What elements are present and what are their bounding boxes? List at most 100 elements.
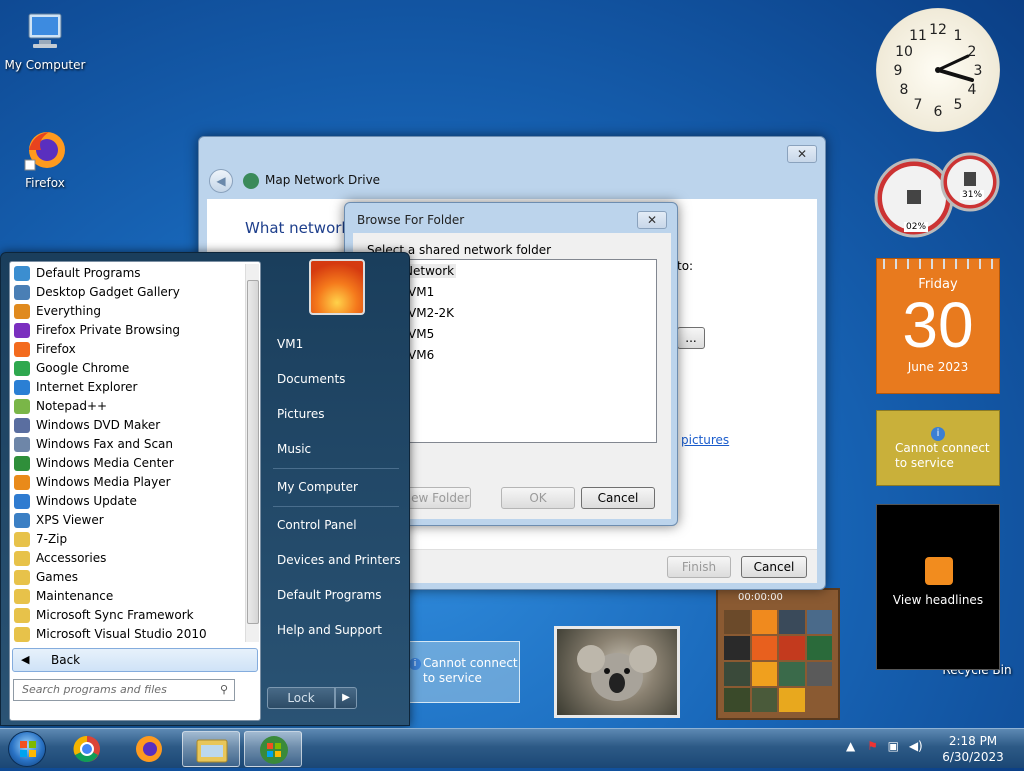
- puzzle-tile[interactable]: [806, 636, 832, 660]
- start-right-vm1[interactable]: VM1: [271, 331, 401, 357]
- start-right-devices-printers[interactable]: Devices and Printers: [271, 547, 401, 573]
- taskbar-clock[interactable]: 2:18 PM 6/30/2023: [938, 733, 1008, 765]
- puzzle-tile[interactable]: [724, 662, 750, 686]
- puzzle-tile[interactable]: [751, 688, 777, 712]
- program-item[interactable]: Windows Media Center: [12, 454, 242, 473]
- back-button[interactable]: ◀ Back: [12, 648, 258, 672]
- calendar-gadget[interactable]: Friday 30 June 2023: [876, 258, 1000, 394]
- program-item[interactable]: Everything: [12, 302, 242, 321]
- close-button[interactable]: ✕: [637, 211, 667, 229]
- link-fragment[interactable]: pictures: [681, 433, 729, 447]
- taskbar-explorer[interactable]: [182, 731, 240, 767]
- close-button[interactable]: ✕: [787, 145, 817, 163]
- program-item[interactable]: Microsoft Sync Framework: [12, 606, 242, 625]
- program-item[interactable]: 7-Zip: [12, 530, 242, 549]
- puzzle-tile[interactable]: [779, 688, 805, 712]
- shutdown-options-arrow[interactable]: ▶: [335, 687, 357, 709]
- program-label: Desktop Gadget Gallery: [36, 285, 180, 299]
- puzzle-tile[interactable]: [724, 610, 750, 634]
- program-item[interactable]: Firefox Private Browsing: [12, 321, 242, 340]
- puzzle-tile[interactable]: [779, 610, 805, 634]
- puzzle-tile[interactable]: [751, 662, 777, 686]
- view-headlines-label[interactable]: View headlines: [893, 593, 983, 607]
- program-icon: [14, 304, 30, 319]
- puzzle-tile[interactable]: [724, 688, 750, 712]
- program-item[interactable]: XPS Viewer: [12, 511, 242, 530]
- start-right-default-programs[interactable]: Default Programs: [271, 582, 401, 608]
- finish-button[interactable]: Finish: [667, 556, 731, 578]
- desktop-icon-firefox[interactable]: Firefox: [0, 128, 90, 190]
- feed-headlines-gadget[interactable]: View headlines: [876, 504, 1000, 670]
- search-programs-input[interactable]: Search programs and files ⚲: [13, 679, 235, 701]
- scrollbar-thumb[interactable]: [247, 280, 259, 624]
- program-item[interactable]: Windows Fax and Scan: [12, 435, 242, 454]
- cancel-button[interactable]: Cancel: [581, 487, 655, 509]
- browse-button[interactable]: ...: [677, 327, 705, 349]
- svg-text:7: 7: [914, 97, 923, 113]
- puzzle-tile[interactable]: [724, 636, 750, 660]
- tree-item-vm6[interactable]: VM6: [408, 348, 434, 362]
- taskbar-windows-app[interactable]: [244, 731, 302, 767]
- show-hidden-icons-icon[interactable]: ▲: [846, 739, 855, 753]
- puzzle-tile[interactable]: [779, 662, 805, 686]
- firefox-icon: [23, 128, 67, 172]
- tree-item-network[interactable]: Network: [402, 264, 457, 278]
- weather-gadget[interactable]: i Cannot connect to service: [876, 410, 1000, 486]
- taskbar-firefox[interactable]: [120, 731, 178, 767]
- folder-icon: [196, 739, 228, 763]
- program-icon: [14, 437, 30, 452]
- cancel-button[interactable]: Cancel: [741, 556, 807, 578]
- program-item[interactable]: Windows Update: [12, 492, 242, 511]
- start-right-documents[interactable]: Documents: [271, 366, 401, 392]
- start-right-help-support[interactable]: Help and Support: [271, 617, 401, 643]
- puzzle-tile[interactable]: [751, 610, 777, 634]
- program-item[interactable]: Windows DVD Maker: [12, 416, 242, 435]
- picture-puzzle-gadget[interactable]: 00:00:00: [716, 588, 840, 720]
- program-item[interactable]: Windows Media Player: [12, 473, 242, 492]
- slideshow-gadget[interactable]: [554, 626, 680, 718]
- program-item[interactable]: Games: [12, 568, 242, 587]
- weather-gadget-2[interactable]: i Cannot connect to service: [396, 641, 520, 703]
- lock-button[interactable]: Lock: [267, 687, 335, 709]
- tree-item-vm2-2k[interactable]: VM2-2K: [408, 306, 454, 320]
- back-arrow-icon[interactable]: ◀: [209, 169, 233, 193]
- start-button[interactable]: [8, 731, 46, 767]
- puzzle-tile[interactable]: [806, 688, 832, 712]
- program-item[interactable]: Firefox: [12, 340, 242, 359]
- puzzle-grid[interactable]: [724, 610, 832, 712]
- puzzle-tile[interactable]: [806, 662, 832, 686]
- program-label: Maintenance: [36, 589, 114, 603]
- ok-button[interactable]: OK: [501, 487, 575, 509]
- program-item[interactable]: Microsoft Visual Studio 2010: [12, 625, 242, 644]
- puzzle-tile[interactable]: [751, 636, 777, 660]
- program-item[interactable]: Accessories: [12, 549, 242, 568]
- search-icon[interactable]: ⚲: [220, 680, 228, 700]
- volume-icon[interactable]: ◀): [909, 739, 923, 753]
- program-item[interactable]: Default Programs: [12, 264, 242, 283]
- program-item[interactable]: Internet Explorer: [12, 378, 242, 397]
- weather-message: Cannot connect to service: [895, 441, 990, 470]
- cpu-meter-gadget[interactable]: 02% 31%: [874, 150, 1002, 242]
- puzzle-tile[interactable]: [806, 610, 832, 634]
- taskbar-chrome[interactable]: [58, 731, 116, 767]
- user-avatar[interactable]: [309, 259, 365, 315]
- program-item[interactable]: Google Chrome: [12, 359, 242, 378]
- start-right-music[interactable]: Music: [271, 436, 401, 462]
- desktop-icon-my-computer[interactable]: My Computer: [0, 10, 90, 72]
- program-item[interactable]: Desktop Gadget Gallery: [12, 283, 242, 302]
- puzzle-tile[interactable]: [779, 636, 805, 660]
- program-label: Accessories: [36, 551, 107, 565]
- start-right-my-computer[interactable]: My Computer: [271, 474, 401, 500]
- system-tray: ▲ ⚑ ▣ ◀): [846, 739, 923, 753]
- tree-item-vm5[interactable]: VM5: [408, 327, 434, 341]
- program-scrollbar[interactable]: [245, 264, 259, 642]
- program-icon: [14, 399, 30, 414]
- clock-gadget[interactable]: 12 1 2 3 4567 8 9 10 11: [876, 8, 1000, 132]
- action-center-icon[interactable]: ⚑: [867, 739, 878, 753]
- program-item[interactable]: Maintenance: [12, 587, 242, 606]
- tree-item-vm1[interactable]: VM1: [408, 285, 434, 299]
- network-icon[interactable]: ▣: [888, 739, 899, 753]
- start-right-pictures[interactable]: Pictures: [271, 401, 401, 427]
- start-right-control-panel[interactable]: Control Panel: [271, 512, 401, 538]
- program-item[interactable]: Notepad++: [12, 397, 242, 416]
